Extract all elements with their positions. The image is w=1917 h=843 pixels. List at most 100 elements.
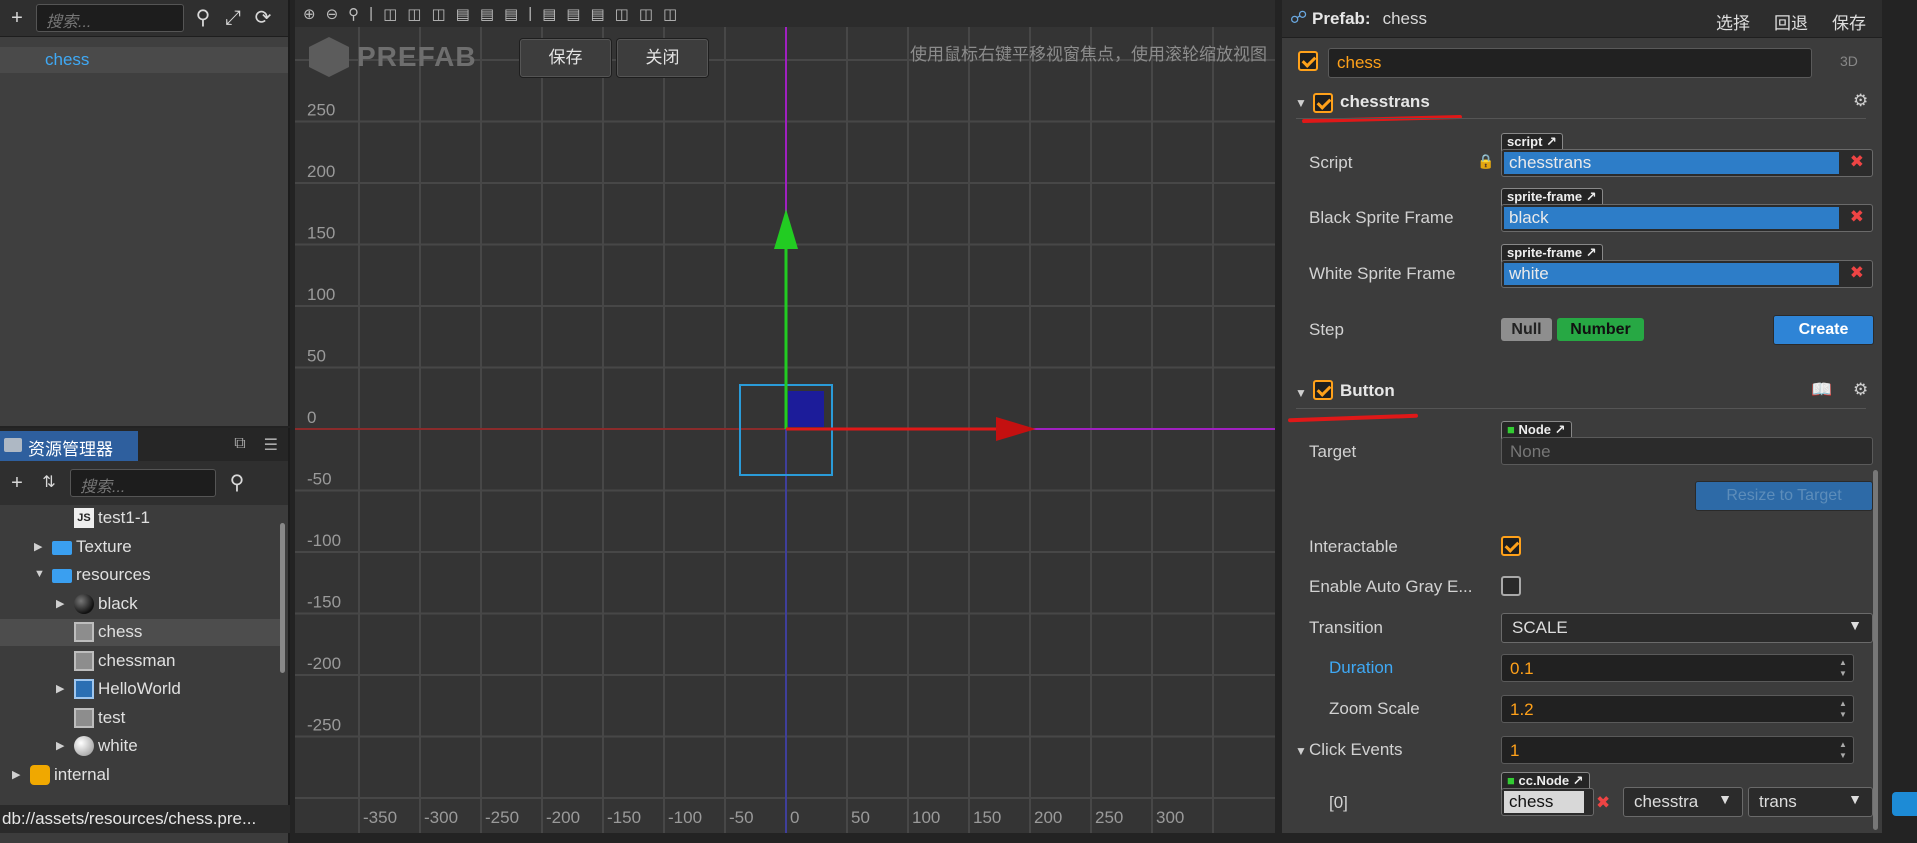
apply-button[interactable]: 保存 bbox=[1832, 9, 1866, 34]
select-button[interactable]: 选择 bbox=[1716, 9, 1750, 34]
zoom-out-icon[interactable]: ⊖ bbox=[326, 5, 339, 23]
collapsed-arrow-icon[interactable]: ▶ bbox=[12, 768, 20, 781]
asset-tree-item-label: white bbox=[98, 736, 138, 755]
collapsed-arrow-icon[interactable]: ▶ bbox=[56, 597, 64, 610]
y-axis-tick-label: -100 bbox=[307, 531, 341, 550]
save-button[interactable]: 保存 bbox=[520, 39, 611, 77]
clear-icon[interactable]: ✖ bbox=[1850, 152, 1864, 172]
interactable-checkbox[interactable] bbox=[1501, 536, 1521, 556]
stepper-icon[interactable]: ▲ ▼ bbox=[1837, 657, 1849, 679]
asset-tree-item[interactable]: chess bbox=[0, 619, 282, 646]
clear-icon[interactable]: ✖ bbox=[1850, 263, 1864, 283]
close-button[interactable]: 关闭 bbox=[617, 39, 708, 77]
distribute-bottom-icon[interactable]: ▤ bbox=[590, 5, 604, 23]
create-button[interactable]: Create bbox=[1773, 315, 1874, 345]
asset-tree-item[interactable]: ▶ internal bbox=[0, 762, 282, 789]
refresh-icon[interactable]: ⟳ bbox=[252, 7, 274, 29]
inspector-scrollbar[interactable] bbox=[1873, 470, 1878, 830]
clear-icon[interactable]: ✖ bbox=[1850, 207, 1864, 227]
scene-canvas[interactable]: 250 200 150 100 50 0 -50 -100 -150 -200 -250 -350 -3… bbox=[295, 27, 1275, 833]
click-events-count-input[interactable]: 1 ▲ ▼ bbox=[1501, 736, 1854, 764]
step-null-button[interactable]: Null bbox=[1501, 318, 1552, 341]
white-sprite-frame-field[interactable]: white ✖ bbox=[1501, 260, 1873, 288]
chevron-down-icon: ▼ bbox=[1848, 617, 1862, 633]
step-number-button[interactable]: Number bbox=[1557, 318, 1644, 341]
node-active-checkbox[interactable] bbox=[1298, 51, 1318, 71]
align-right-icon[interactable]: ◫ bbox=[431, 5, 445, 23]
x-axis-tick-label: 0 bbox=[790, 808, 799, 827]
distribute-left-icon[interactable]: ◫ bbox=[615, 5, 629, 23]
asset-tree-item-label: HelloWorld bbox=[98, 679, 181, 698]
transition-select[interactable]: SCALE ▼ bbox=[1501, 613, 1873, 643]
clear-icon[interactable]: ✖ bbox=[1596, 793, 1610, 813]
expanded-arrow-icon[interactable]: ▼ bbox=[34, 568, 45, 580]
align-bottom-icon[interactable]: ▤ bbox=[504, 5, 518, 23]
node-name-input[interactable]: chess bbox=[1328, 48, 1812, 78]
sort-icon[interactable]: ⇅ bbox=[38, 472, 60, 494]
book-icon[interactable]: 📖 bbox=[1811, 380, 1832, 400]
distribute-top-icon[interactable]: ▤ bbox=[542, 5, 556, 23]
collapsed-arrow-icon[interactable]: ▶ bbox=[56, 682, 64, 695]
scene-view[interactable]: ⊕ ⊖ ⚲ | ◫ ◫ ◫ ▤ ▤ ▤ | ▤ ▤ ▤ ◫ ◫ ◫ 250 200… bbox=[295, 0, 1275, 833]
align-top-icon[interactable]: ▤ bbox=[456, 5, 470, 23]
chesstrans-enabled-checkbox[interactable] bbox=[1313, 93, 1333, 113]
chess-sprite[interactable] bbox=[788, 391, 824, 427]
hierarchy-node[interactable]: chess bbox=[0, 47, 288, 73]
collapse-arrow-icon[interactable]: ▼ bbox=[1295, 744, 1307, 758]
assets-search-input[interactable]: 搜索... bbox=[70, 469, 216, 497]
event-component-select[interactable]: chesstra ▼ bbox=[1623, 787, 1743, 817]
event-target-field[interactable]: chess bbox=[1501, 788, 1594, 816]
scene-hint: 使用鼠标右键平移视窗焦点，使用滚轮缩放视图 bbox=[910, 45, 1267, 64]
zoom-in-icon[interactable]: ⊕ bbox=[303, 5, 316, 23]
asset-tree-item[interactable]: ▼ resources bbox=[0, 562, 282, 589]
align-left-icon[interactable]: ◫ bbox=[383, 5, 397, 23]
collapsed-arrow-icon[interactable]: ▶ bbox=[56, 739, 64, 752]
align-hcenter-icon[interactable]: ◫ bbox=[407, 5, 421, 23]
stepper-icon[interactable]: ▲ ▼ bbox=[1837, 739, 1849, 761]
3d-toggle[interactable]: 3D bbox=[1840, 53, 1858, 69]
distribute-right-icon[interactable]: ◫ bbox=[663, 5, 677, 23]
gear-icon[interactable]: ⚙ bbox=[1853, 380, 1868, 400]
search-icon[interactable]: ⚲ bbox=[226, 472, 248, 494]
stepper-icon[interactable]: ▲ ▼ bbox=[1837, 698, 1849, 720]
distribute-vcenter-icon[interactable]: ▤ bbox=[566, 5, 580, 23]
tab-assets[interactable]: 资源管理器 bbox=[0, 431, 138, 461]
gear-icon[interactable]: ⚙ bbox=[1853, 91, 1868, 111]
x-axis-tick-label: 200 bbox=[1034, 808, 1062, 827]
asset-tree-item[interactable]: JS test1-1 bbox=[0, 505, 282, 532]
asset-tree-item[interactable]: ▶ Texture bbox=[0, 534, 282, 561]
notification-badge[interactable] bbox=[1892, 792, 1917, 816]
search-icon[interactable]: ⚲ bbox=[192, 7, 214, 29]
asset-tree-item[interactable]: chessman bbox=[0, 648, 282, 675]
expand-icon[interactable]: ⤢ bbox=[222, 7, 244, 29]
add-icon[interactable]: + bbox=[6, 472, 28, 494]
revert-button[interactable]: 回退 bbox=[1774, 9, 1808, 34]
collapse-arrow-icon[interactable]: ▼ bbox=[1295, 96, 1307, 110]
target-field[interactable]: None bbox=[1501, 437, 1873, 465]
zoom-scale-input[interactable]: 1.2 ▲ ▼ bbox=[1501, 695, 1854, 723]
zoom-reset-icon[interactable]: ⚲ bbox=[348, 5, 359, 23]
duration-input[interactable]: 0.1 ▲ ▼ bbox=[1501, 654, 1854, 682]
add-icon[interactable]: + bbox=[6, 7, 28, 29]
popout-icon[interactable]: ⧉ bbox=[234, 435, 245, 455]
hierarchy-search-input[interactable]: 搜索... bbox=[36, 4, 184, 32]
y-axis-tick-label: 150 bbox=[307, 224, 335, 243]
asset-tree-item[interactable]: ▶ white bbox=[0, 733, 282, 760]
assets-scrollbar[interactable] bbox=[280, 523, 285, 673]
button-enabled-checkbox[interactable] bbox=[1313, 380, 1333, 400]
asset-tree-item[interactable]: ▶ black bbox=[0, 591, 282, 618]
black-sprite-frame-field[interactable]: black ✖ bbox=[1501, 204, 1873, 232]
asset-tree-item[interactable]: test bbox=[0, 705, 282, 732]
prefab-title: Prefab: chess bbox=[1312, 9, 1427, 29]
auto-gray-checkbox[interactable] bbox=[1501, 576, 1521, 596]
distribute-hcenter-icon[interactable]: ◫ bbox=[639, 5, 653, 23]
y-axis-tick-label: 250 bbox=[307, 101, 335, 120]
resize-to-target-button[interactable]: Resize to Target bbox=[1695, 481, 1873, 511]
collapse-arrow-icon[interactable]: ▼ bbox=[1295, 386, 1307, 400]
asset-tree-item[interactable]: ▶ HelloWorld bbox=[0, 676, 282, 703]
script-field[interactable]: chesstrans ✖ bbox=[1501, 149, 1873, 177]
menu-icon[interactable]: ☰ bbox=[264, 435, 278, 455]
event-handler-select[interactable]: trans ▼ bbox=[1748, 787, 1873, 817]
collapsed-arrow-icon[interactable]: ▶ bbox=[34, 540, 42, 553]
align-vcenter-icon[interactable]: ▤ bbox=[480, 5, 494, 23]
